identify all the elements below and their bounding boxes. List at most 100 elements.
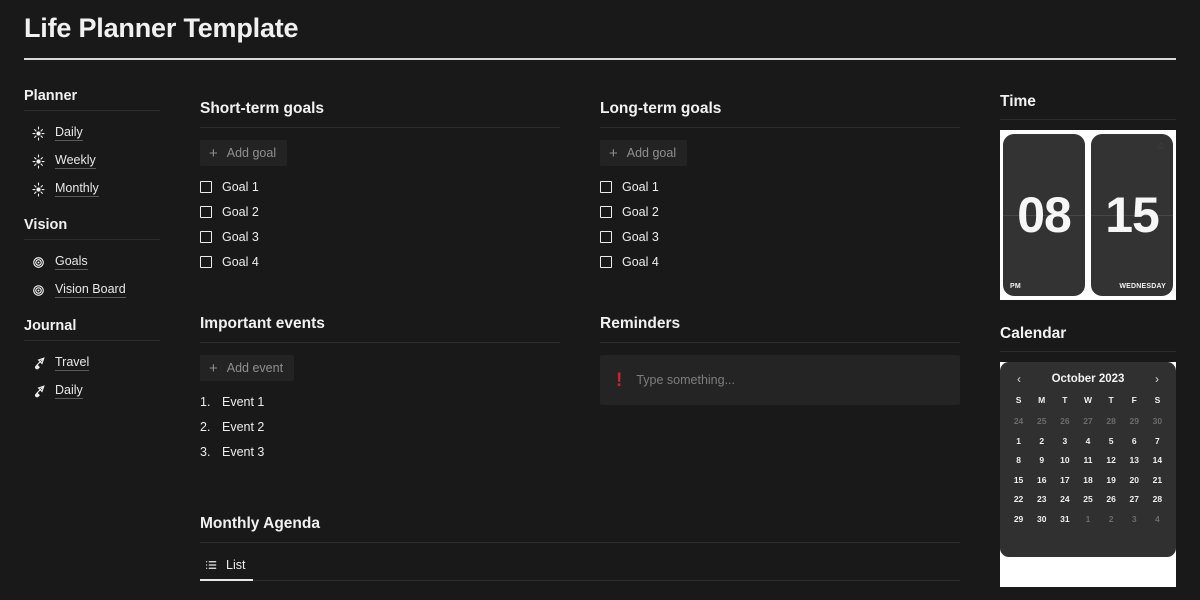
add-event-label: Add event — [226, 361, 284, 375]
sidebar-item-label: Daily — [55, 383, 83, 399]
agenda-tab-underline — [200, 580, 960, 581]
calendar-day-cell[interactable]: 9 — [1030, 451, 1053, 471]
checkbox-icon[interactable] — [200, 180, 212, 193]
calendar-day-cell[interactable]: 18 — [1076, 471, 1099, 491]
section-divider — [600, 342, 960, 343]
section-divider — [200, 342, 560, 343]
calendar-day-cell[interactable]: 22 — [1007, 490, 1030, 510]
calendar-day-cell[interactable]: 28 — [1146, 490, 1169, 510]
event-row[interactable]: 2. Event 2 — [200, 414, 560, 439]
checkbox-icon[interactable] — [200, 230, 212, 243]
calendar-day-cell[interactable]: 1 — [1076, 510, 1099, 530]
goal-row[interactable]: Goal 3 — [600, 224, 960, 249]
calendar-day-cell[interactable]: 6 — [1123, 432, 1146, 452]
calendar-day-cell[interactable]: 12 — [1100, 451, 1123, 471]
calendar-day-cell[interactable]: 30 — [1146, 412, 1169, 432]
calendar-day-cell[interactable]: 26 — [1053, 412, 1076, 432]
add-goal-button-short[interactable]: + Add goal — [200, 140, 288, 166]
calendar-day-cell[interactable]: 24 — [1007, 412, 1030, 432]
section-title: Short-term goals — [200, 100, 325, 117]
sidebar-section-divider — [24, 340, 160, 341]
tab-list[interactable]: List — [200, 555, 254, 581]
event-row[interactable]: 1. Event 1 — [200, 389, 560, 414]
flip-card-day[interactable]: ⏱ 15 WEDNESDAY — [1091, 134, 1173, 296]
goal-row[interactable]: Goal 2 — [200, 199, 560, 224]
calendar-day-cell[interactable]: 13 — [1123, 451, 1146, 471]
calendar-day-cell[interactable]: 31 — [1053, 510, 1076, 530]
goal-row[interactable]: Goal 1 — [600, 174, 960, 199]
event-row[interactable]: 3. Event 3 — [200, 439, 560, 464]
section-title: Long-term goals — [600, 100, 722, 117]
calendar-day-cell[interactable]: 24 — [1053, 490, 1076, 510]
goal-row[interactable]: Goal 4 — [600, 249, 960, 274]
calendar-day-cell[interactable]: 20 — [1123, 471, 1146, 491]
checkbox-icon[interactable] — [600, 180, 612, 193]
calendar-day-cell[interactable]: 14 — [1146, 451, 1169, 471]
goal-row[interactable]: Goal 2 — [600, 199, 960, 224]
calendar-day-cell[interactable]: 21 — [1146, 471, 1169, 491]
calendar-day-cell[interactable]: 8 — [1007, 451, 1030, 471]
sidebar-item-weekly[interactable]: Weekly — [24, 147, 164, 175]
flip-seam — [1091, 215, 1173, 216]
sidebar-item-travel[interactable]: Travel — [24, 349, 164, 377]
calendar-day-cell[interactable]: 4 — [1146, 510, 1169, 530]
chevron-left-icon[interactable]: ‹ — [1013, 373, 1025, 385]
calendar-day-cell[interactable]: 4 — [1076, 432, 1099, 452]
sidebar-section-journal: Journal Travel Daily — [24, 318, 164, 405]
calendar-day-cell[interactable]: 16 — [1030, 471, 1053, 491]
flip-card-hour[interactable]: 08 PM — [1003, 134, 1085, 296]
sidebar-item-label: Daily — [55, 125, 83, 141]
sidebar-section-title: Planner — [24, 88, 78, 104]
list-icon — [205, 561, 217, 569]
calendar-day-cell[interactable]: 3 — [1053, 432, 1076, 452]
sidebar-item-daily[interactable]: Daily — [24, 377, 164, 405]
calendar-day-cell[interactable]: 1 — [1007, 432, 1030, 452]
calendar-week-row: 1234567 — [1007, 432, 1169, 452]
goal-row[interactable]: Goal 4 — [200, 249, 560, 274]
calendar-day-cell[interactable]: 25 — [1076, 490, 1099, 510]
clock-weekday: WEDNESDAY — [1119, 283, 1166, 290]
add-goal-button-long[interactable]: + Add goal — [600, 140, 688, 166]
sidebar-item-goals[interactable]: Goals — [24, 248, 164, 276]
calendar-day-cell[interactable]: 2 — [1100, 510, 1123, 530]
calendar-day-cell[interactable]: 15 — [1007, 471, 1030, 491]
reminder-input[interactable]: ! Type something... — [600, 355, 960, 405]
calendar-day-cell[interactable]: 19 — [1100, 471, 1123, 491]
paintbrush-icon — [35, 356, 45, 369]
add-event-button[interactable]: + Add event — [200, 355, 295, 381]
calendar-day-cell[interactable]: 29 — [1123, 412, 1146, 432]
sidebar-item-vision-board[interactable]: Vision Board — [24, 276, 164, 304]
calendar-day-cell[interactable]: 10 — [1053, 451, 1076, 471]
calendar-day-cell[interactable]: 27 — [1123, 490, 1146, 510]
calendar-day-cell[interactable]: 11 — [1076, 451, 1099, 471]
goal-label: Goal 2 — [222, 204, 259, 219]
calendar-day-cell[interactable]: 30 — [1030, 510, 1053, 530]
checkbox-icon[interactable] — [600, 230, 612, 243]
page-title: Life Planner Template — [24, 13, 299, 43]
checkbox-icon[interactable] — [200, 205, 212, 218]
calendar-day-cell[interactable]: 7 — [1146, 432, 1169, 452]
calendar-day-cell[interactable]: 2 — [1030, 432, 1053, 452]
sidebar-item-monthly[interactable]: Monthly — [24, 175, 164, 203]
target-icon — [33, 256, 44, 268]
goal-row[interactable]: Goal 1 — [200, 174, 560, 199]
calendar-day-cell[interactable]: 27 — [1076, 412, 1099, 432]
goal-label: Goal 2 — [622, 204, 659, 219]
plus-icon: + — [209, 144, 218, 162]
sidebar-item-label: Weekly — [55, 153, 96, 169]
calendar-day-cell[interactable]: 17 — [1053, 471, 1076, 491]
calendar-day-cell[interactable]: 26 — [1100, 490, 1123, 510]
calendar-day-cell[interactable]: 28 — [1100, 412, 1123, 432]
calendar-day-cell[interactable]: 3 — [1123, 510, 1146, 530]
checkbox-icon[interactable] — [600, 205, 612, 218]
calendar-day-cell[interactable]: 25 — [1030, 412, 1053, 432]
calendar-day-cell[interactable]: 23 — [1030, 490, 1053, 510]
clock-meridiem: PM — [1010, 283, 1021, 290]
chevron-right-icon[interactable]: › — [1151, 373, 1163, 385]
goal-row[interactable]: Goal 3 — [200, 224, 560, 249]
checkbox-icon[interactable] — [600, 255, 612, 268]
checkbox-icon[interactable] — [200, 255, 212, 268]
sidebar-item-daily[interactable]: Daily — [24, 119, 164, 147]
calendar-day-cell[interactable]: 5 — [1100, 432, 1123, 452]
calendar-day-cell[interactable]: 29 — [1007, 510, 1030, 530]
